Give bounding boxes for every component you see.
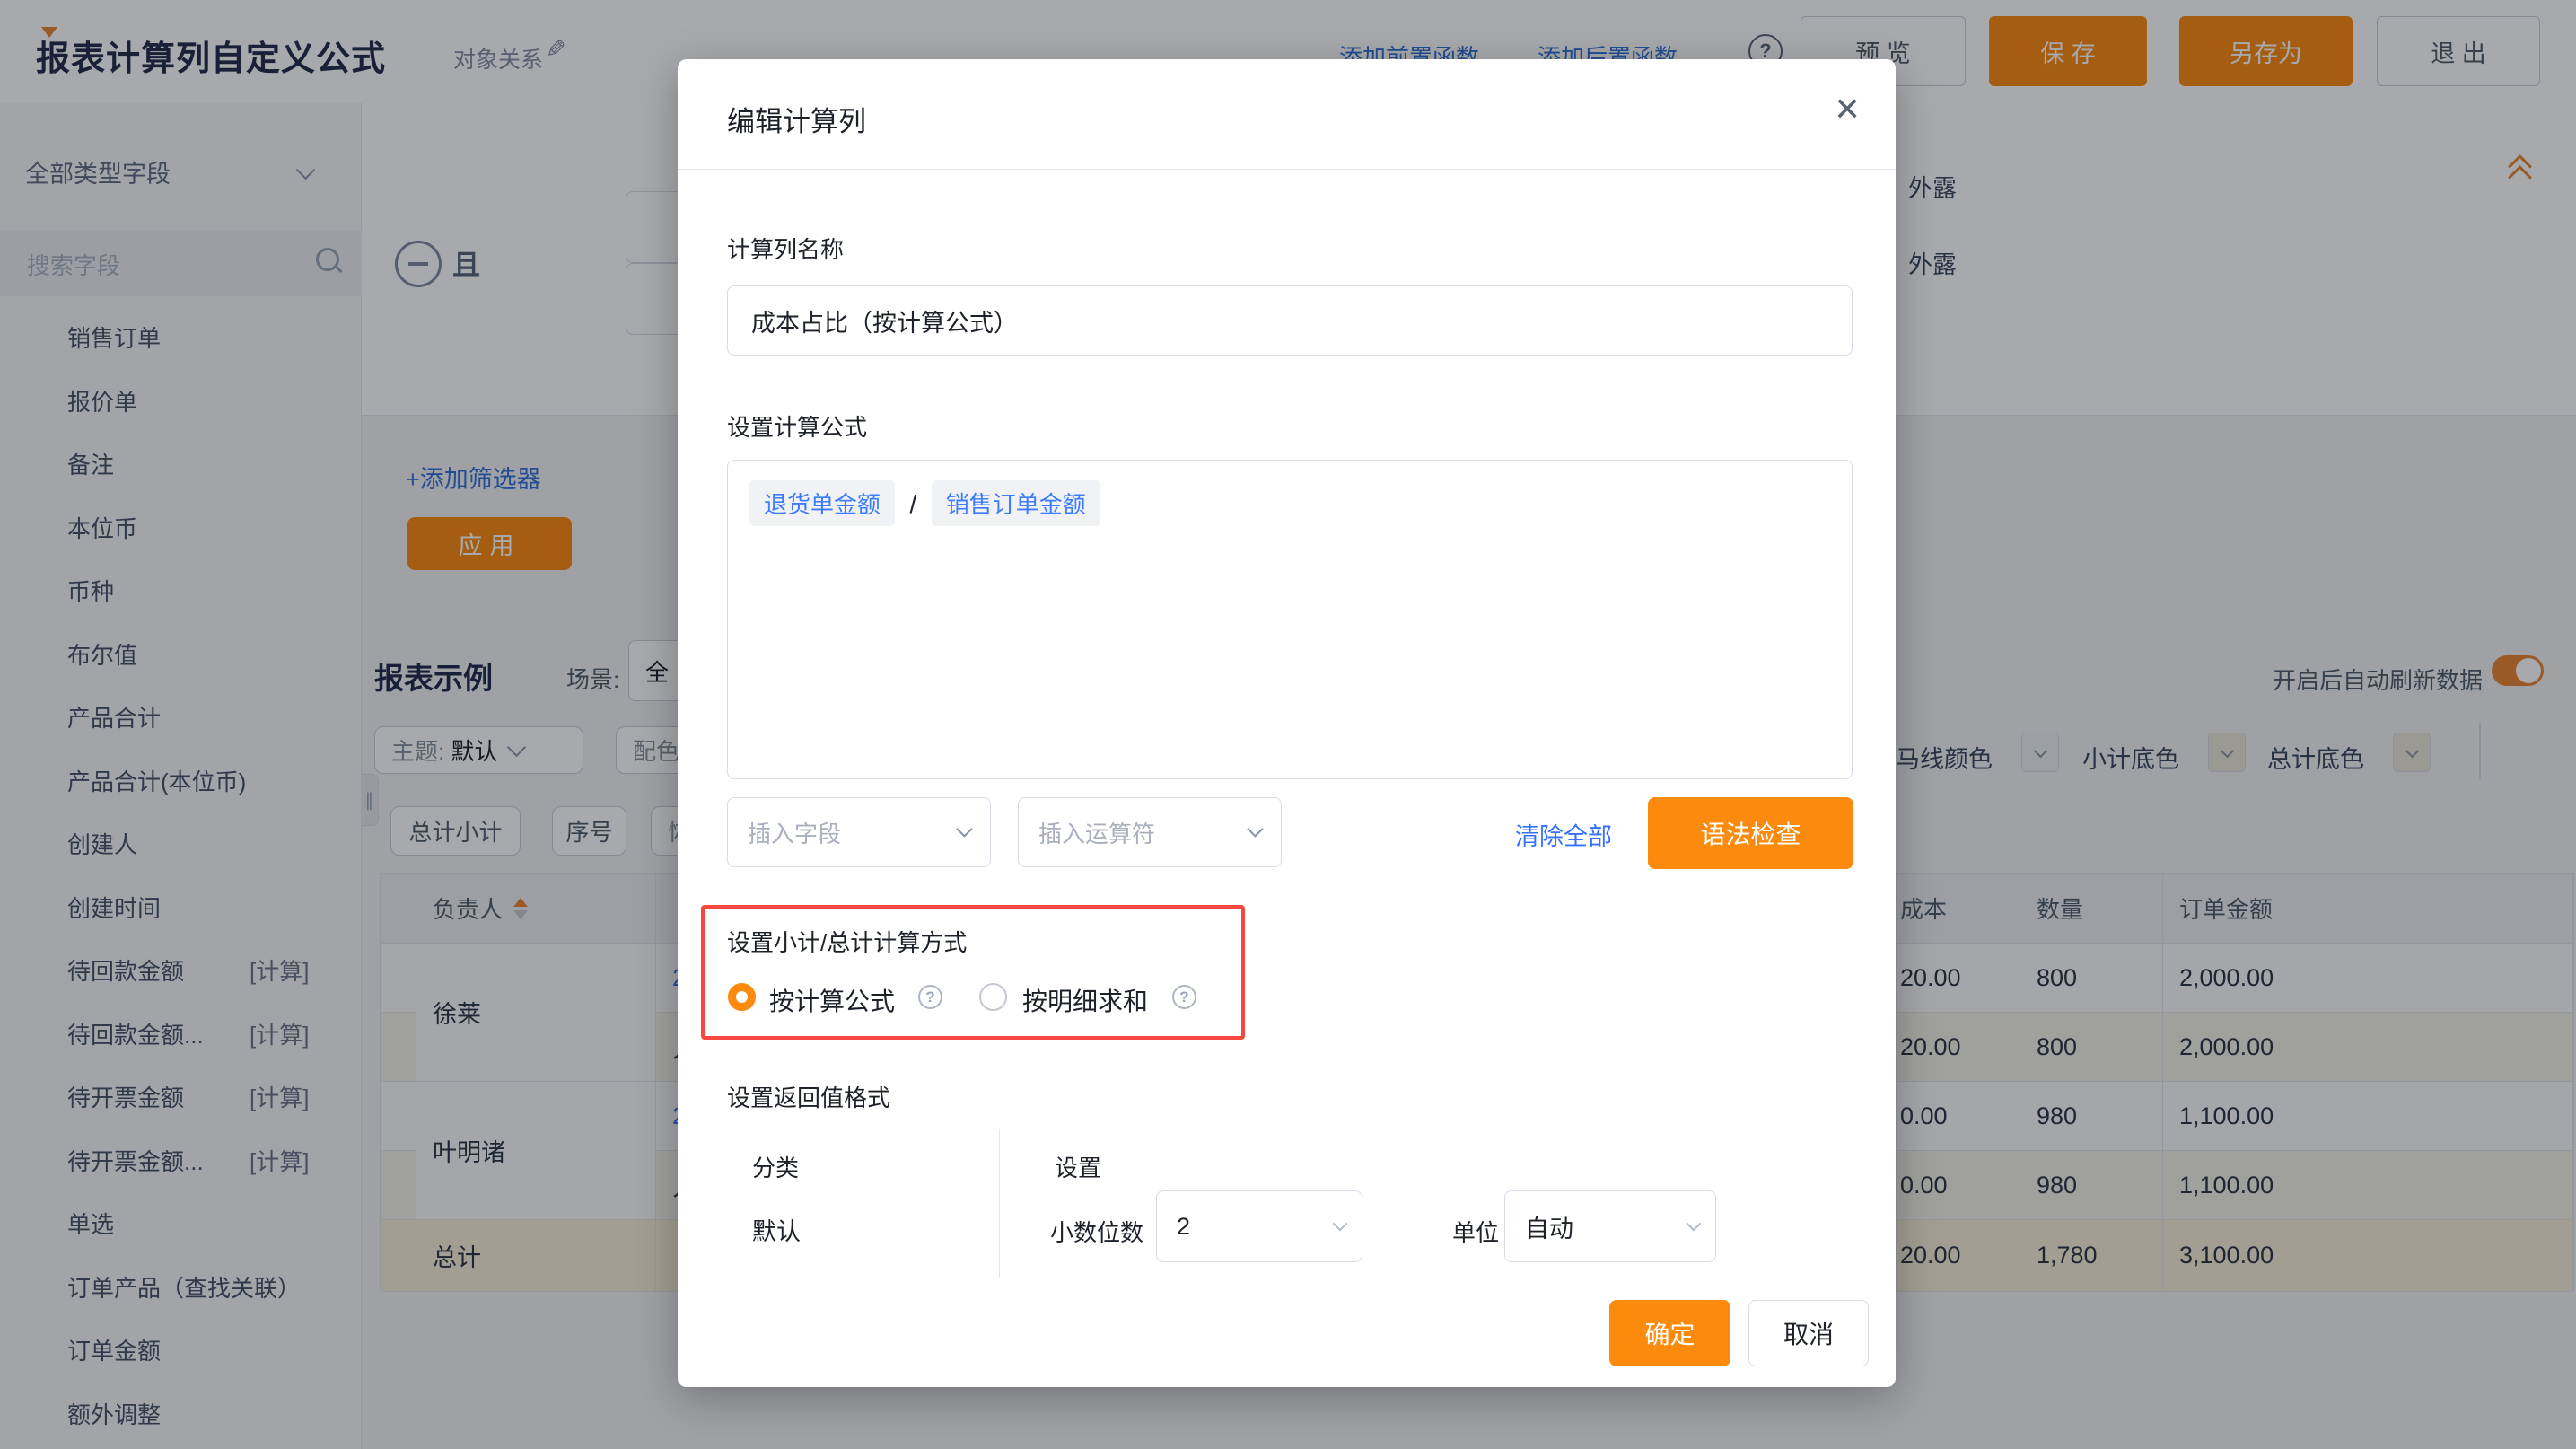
formula-field-chip[interactable]: 销售订单金额 (932, 480, 1100, 526)
chevron-down-icon (956, 821, 972, 837)
report-calc-column-page: 报表计算列自定义公式 对象关系 ✎ 添加前置函数 添加后置函数 ? 预 览 保 … (0, 0, 2576, 1449)
divider (999, 1129, 1000, 1278)
formula-operator: / (909, 490, 916, 519)
formula-section-label: 设置计算公式 (727, 409, 867, 443)
category-item-default[interactable]: 默认 (752, 1212, 801, 1247)
radio-by-formula[interactable] (728, 983, 756, 1011)
close-icon[interactable]: ✕ (1834, 93, 1861, 126)
formula-editor[interactable]: 退货单金额 / 销售订单金额 (727, 460, 1853, 779)
insert-field-select[interactable]: 插入字段 (727, 797, 991, 867)
cancel-button[interactable]: 取消 (1748, 1300, 1869, 1366)
radio-by-detail-sum[interactable] (979, 983, 1007, 1011)
confirm-button[interactable]: 确定 (1609, 1300, 1730, 1366)
return-format-label: 设置返回值格式 (727, 1080, 890, 1113)
radio-by-formula-label[interactable]: 按计算公式 (769, 982, 895, 1018)
decimal-places-label: 小数位数 (1050, 1215, 1143, 1248)
edit-calc-column-dialog: 编辑计算列 ✕ 计算列名称 成本占比（按计算公式） 设置计算公式 退货单金额 /… (678, 59, 1896, 1387)
syntax-check-button[interactable]: 语法检查 (1648, 797, 1853, 869)
dialog-footer: 确定 取消 (678, 1278, 1896, 1387)
decimal-places-select[interactable]: 2 (1156, 1190, 1362, 1262)
dialog-title: 编辑计算列 (727, 99, 866, 139)
chevron-down-icon (1333, 1216, 1348, 1232)
help-icon[interactable]: ? (918, 985, 942, 1009)
category-column-label: 分类 (752, 1150, 799, 1183)
unit-label: 单位 (1452, 1215, 1499, 1248)
unit-select[interactable]: 自动 (1504, 1190, 1716, 1262)
name-field-label: 计算列名称 (727, 232, 844, 265)
calc-mode-label: 设置小计/总计计算方式 (727, 925, 967, 958)
divider (678, 169, 1896, 170)
formula-field-chip[interactable]: 退货单金额 (749, 480, 895, 526)
calc-column-name-input[interactable]: 成本占比（按计算公式） (727, 285, 1853, 356)
chevron-down-icon (1687, 1216, 1702, 1232)
clear-all-link[interactable]: 清除全部 (1515, 817, 1612, 852)
insert-operator-select[interactable]: 插入运算符 (1018, 797, 1282, 867)
help-icon[interactable]: ? (1172, 985, 1196, 1009)
radio-by-detail-sum-label[interactable]: 按明细求和 (1022, 982, 1148, 1018)
chevron-down-icon (1247, 821, 1263, 837)
settings-column-label: 设置 (1055, 1150, 1101, 1183)
